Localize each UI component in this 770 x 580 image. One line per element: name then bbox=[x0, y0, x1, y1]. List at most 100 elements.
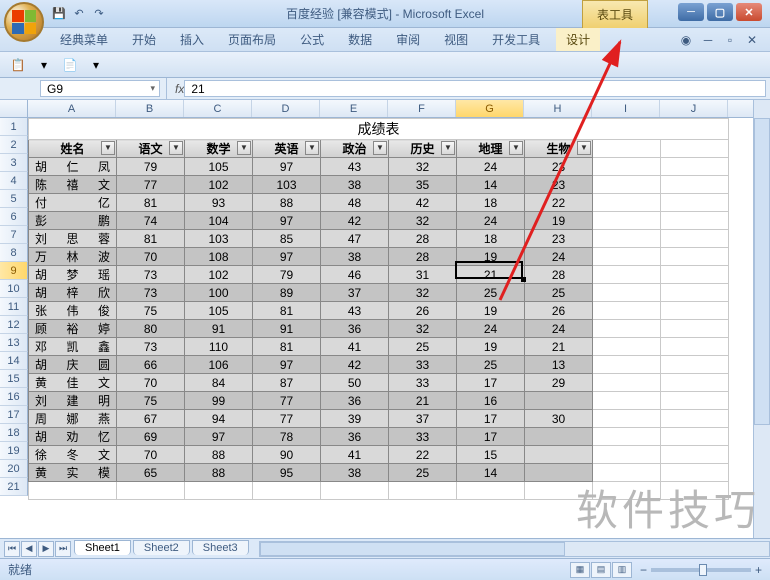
row-header-5[interactable]: 5 bbox=[0, 190, 28, 208]
cell-H6[interactable]: 19 bbox=[525, 212, 593, 230]
cell-J15[interactable] bbox=[661, 374, 729, 392]
cell-G16[interactable]: 16 bbox=[457, 392, 525, 410]
cell-D11[interactable]: 81 bbox=[253, 302, 321, 320]
tab-nav-prev-icon[interactable]: ◀ bbox=[21, 541, 37, 557]
tool-icon[interactable]: 📄 bbox=[60, 55, 80, 75]
cell-H5[interactable]: 22 bbox=[525, 194, 593, 212]
cell-C12[interactable]: 91 bbox=[185, 320, 253, 338]
cell-E11[interactable]: 43 bbox=[321, 302, 389, 320]
cell-A21[interactable] bbox=[29, 482, 117, 500]
cell-D20[interactable]: 95 bbox=[253, 464, 321, 482]
cell-B9[interactable]: 73 bbox=[117, 266, 185, 284]
minimize-button[interactable]: ─ bbox=[678, 3, 704, 21]
cell-I21[interactable] bbox=[593, 482, 661, 500]
ribbon-tab-classic[interactable]: 经典菜单 bbox=[50, 28, 118, 51]
cell-G5[interactable]: 18 bbox=[457, 194, 525, 212]
cell-G10[interactable]: 25 bbox=[457, 284, 525, 302]
cell-A15[interactable]: 黄 佳 文 bbox=[29, 374, 117, 392]
header-cell-F[interactable]: 历史▼ bbox=[389, 140, 457, 158]
cell-F10[interactable]: 32 bbox=[389, 284, 457, 302]
cell-J3[interactable] bbox=[661, 158, 729, 176]
view-layout-icon[interactable]: ▤ bbox=[591, 562, 611, 578]
cell-A16[interactable]: 刘 建 明 bbox=[29, 392, 117, 410]
scrollbar-thumb[interactable] bbox=[260, 542, 566, 556]
cell-E20[interactable]: 38 bbox=[321, 464, 389, 482]
cell-I14[interactable] bbox=[593, 356, 661, 374]
cell-J4[interactable] bbox=[661, 176, 729, 194]
cell-C4[interactable]: 102 bbox=[185, 176, 253, 194]
cell-J6[interactable] bbox=[661, 212, 729, 230]
cell-J9[interactable] bbox=[661, 266, 729, 284]
office-button[interactable] bbox=[4, 2, 44, 42]
cell-C13[interactable]: 110 bbox=[185, 338, 253, 356]
cell-A6[interactable]: 彭 鹏 bbox=[29, 212, 117, 230]
cell-D4[interactable]: 103 bbox=[253, 176, 321, 194]
cell-E4[interactable]: 38 bbox=[321, 176, 389, 194]
cell-C17[interactable]: 94 bbox=[185, 410, 253, 428]
cell-D14[interactable]: 97 bbox=[253, 356, 321, 374]
row-header-11[interactable]: 11 bbox=[0, 298, 28, 316]
zoom-slider[interactable] bbox=[651, 568, 751, 572]
zoom-in-icon[interactable]: + bbox=[755, 563, 762, 577]
column-header-G[interactable]: G bbox=[456, 100, 524, 117]
cell-E18[interactable]: 36 bbox=[321, 428, 389, 446]
cell-I19[interactable] bbox=[593, 446, 661, 464]
zoom-out-icon[interactable]: − bbox=[640, 563, 647, 577]
cell-F14[interactable]: 33 bbox=[389, 356, 457, 374]
cell-D7[interactable]: 85 bbox=[253, 230, 321, 248]
save-icon[interactable]: 💾 bbox=[50, 5, 68, 23]
cell-H7[interactable]: 23 bbox=[525, 230, 593, 248]
ribbon-tab-home[interactable]: 开始 bbox=[122, 28, 166, 51]
redo-icon[interactable]: ↷ bbox=[90, 5, 108, 23]
dropdown-icon[interactable]: ▾ bbox=[34, 55, 54, 75]
cell-D12[interactable]: 91 bbox=[253, 320, 321, 338]
cell-F11[interactable]: 26 bbox=[389, 302, 457, 320]
cell-J16[interactable] bbox=[661, 392, 729, 410]
cell-F7[interactable]: 28 bbox=[389, 230, 457, 248]
cell-J13[interactable] bbox=[661, 338, 729, 356]
cell-C11[interactable]: 105 bbox=[185, 302, 253, 320]
cell-G15[interactable]: 17 bbox=[457, 374, 525, 392]
cell-J7[interactable] bbox=[661, 230, 729, 248]
cell-E14[interactable]: 42 bbox=[321, 356, 389, 374]
cell-I4[interactable] bbox=[593, 176, 661, 194]
cell-H10[interactable]: 25 bbox=[525, 284, 593, 302]
cell-B20[interactable]: 65 bbox=[117, 464, 185, 482]
filter-dropdown-icon[interactable]: ▼ bbox=[305, 141, 319, 155]
ribbon-tab-layout[interactable]: 页面布局 bbox=[218, 28, 286, 51]
close-button[interactable]: ✕ bbox=[736, 3, 762, 21]
cell-E12[interactable]: 36 bbox=[321, 320, 389, 338]
ribbon-tab-insert[interactable]: 插入 bbox=[170, 28, 214, 51]
header-cell-D[interactable]: 英语▼ bbox=[253, 140, 321, 158]
cell-I7[interactable] bbox=[593, 230, 661, 248]
cell-I16[interactable] bbox=[593, 392, 661, 410]
cell-D3[interactable]: 97 bbox=[253, 158, 321, 176]
cell-F16[interactable]: 21 bbox=[389, 392, 457, 410]
cell-F21[interactable] bbox=[389, 482, 457, 500]
cell-G18[interactable]: 17 bbox=[457, 428, 525, 446]
cell-F5[interactable]: 42 bbox=[389, 194, 457, 212]
row-header-2[interactable]: 2 bbox=[0, 136, 28, 154]
row-header-12[interactable]: 12 bbox=[0, 316, 28, 334]
row-header-4[interactable]: 4 bbox=[0, 172, 28, 190]
row-header-13[interactable]: 13 bbox=[0, 334, 28, 352]
cell-B12[interactable]: 80 bbox=[117, 320, 185, 338]
sheet-tab-Sheet3[interactable]: Sheet3 bbox=[192, 540, 249, 555]
cell-D19[interactable]: 90 bbox=[253, 446, 321, 464]
cell-D18[interactable]: 78 bbox=[253, 428, 321, 446]
cell-G8[interactable]: 19 bbox=[457, 248, 525, 266]
cell-J10[interactable] bbox=[661, 284, 729, 302]
row-header-20[interactable]: 20 bbox=[0, 460, 28, 478]
cell-I13[interactable] bbox=[593, 338, 661, 356]
cell-F18[interactable]: 33 bbox=[389, 428, 457, 446]
cell-H15[interactable]: 29 bbox=[525, 374, 593, 392]
cell-G7[interactable]: 18 bbox=[457, 230, 525, 248]
column-header-B[interactable]: B bbox=[116, 100, 184, 117]
sheet-tab-Sheet1[interactable]: Sheet1 bbox=[74, 540, 131, 555]
cell-H13[interactable]: 21 bbox=[525, 338, 593, 356]
ribbon-tab-view[interactable]: 视图 bbox=[434, 28, 478, 51]
cell-F15[interactable]: 33 bbox=[389, 374, 457, 392]
cell-E10[interactable]: 37 bbox=[321, 284, 389, 302]
cell-D8[interactable]: 97 bbox=[253, 248, 321, 266]
filter-dropdown-icon[interactable]: ▼ bbox=[373, 141, 387, 155]
